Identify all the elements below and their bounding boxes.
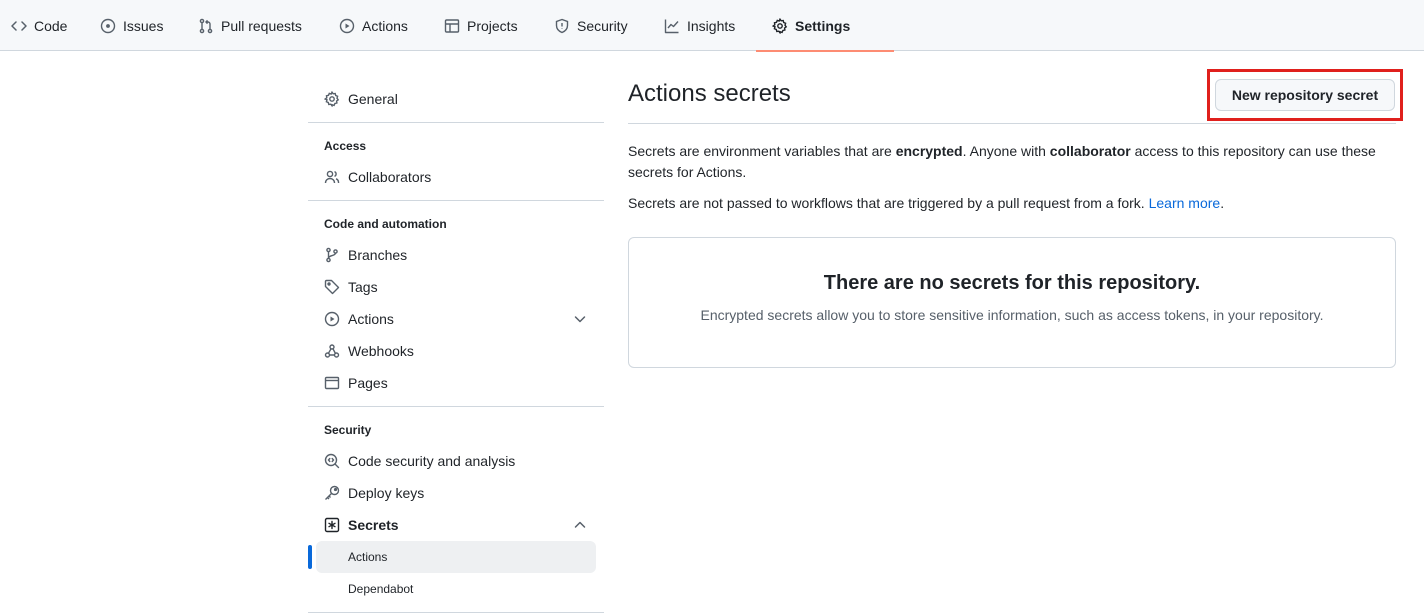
text-segment: Secrets are environment variables that a… xyxy=(628,143,896,159)
sidebar-item-code-security[interactable]: Code security and analysis xyxy=(316,445,596,477)
text-segment: Secrets are not passed to workflows that… xyxy=(628,195,1149,211)
tab-issues[interactable]: Issues xyxy=(100,0,163,51)
pull-request-icon xyxy=(198,18,214,34)
learn-more-link[interactable]: Learn more xyxy=(1149,195,1221,211)
sidebar-item-pages[interactable]: Pages xyxy=(316,367,596,399)
tab-label: Security xyxy=(577,17,628,34)
sidebar-heading-security: Security xyxy=(324,423,372,437)
sidebar-item-label: Actions xyxy=(348,311,394,327)
empty-state-description: Encrypted secrets allow you to store sen… xyxy=(700,307,1324,323)
play-icon xyxy=(339,18,355,34)
sidebar-item-webhooks[interactable]: Webhooks xyxy=(316,335,596,367)
empty-state-box: There are no secrets for this repository… xyxy=(628,237,1396,368)
tab-label: Settings xyxy=(795,17,851,34)
text-bold: encrypted xyxy=(895,143,963,159)
sidebar-item-actions[interactable]: Actions xyxy=(316,303,596,335)
sidebar-item-label: General xyxy=(348,91,398,107)
chevron-up-icon[interactable] xyxy=(572,517,588,533)
sidebar-item-collaborators[interactable]: Collaborators xyxy=(316,161,596,193)
codescan-icon xyxy=(324,453,340,469)
tab-label: Code xyxy=(34,17,68,34)
browser-icon xyxy=(324,375,340,391)
tab-label: Issues xyxy=(123,17,164,34)
tab-label: Actions xyxy=(362,17,408,34)
tab-security[interactable]: Security xyxy=(554,0,628,51)
title-divider xyxy=(628,123,1396,124)
sidebar-heading-access: Access xyxy=(324,139,367,153)
active-tab-underline xyxy=(756,50,895,52)
sidebar-subitem-label: Dependabot xyxy=(348,582,414,596)
issue-icon xyxy=(100,18,116,34)
sidebar-item-deploy-keys[interactable]: Deploy keys xyxy=(316,477,596,509)
graph-icon xyxy=(664,18,680,34)
new-repository-secret-button[interactable]: New repository secret xyxy=(1215,79,1395,111)
sidebar-item-label: Tags xyxy=(348,279,378,295)
secrets-description: Secrets are environment variables that a… xyxy=(628,141,1396,183)
webhook-icon xyxy=(324,343,340,359)
tab-label: Pull requests xyxy=(221,17,302,34)
sidebar-item-branches[interactable]: Branches xyxy=(316,239,596,271)
tab-label: Projects xyxy=(467,17,518,34)
chevron-down-icon[interactable] xyxy=(572,311,588,327)
tab-actions[interactable]: Actions xyxy=(339,0,408,51)
tag-icon xyxy=(324,279,340,295)
people-icon xyxy=(324,169,340,185)
sidebar-subitem-actions[interactable]: Actions xyxy=(316,541,596,573)
repo-nav: Code Issues Pull requests Actions Projec… xyxy=(0,0,1424,52)
sidebar-divider xyxy=(308,406,604,407)
active-indicator xyxy=(308,545,312,569)
sidebar-item-label: Branches xyxy=(348,247,408,263)
sidebar-item-label: Webhooks xyxy=(348,343,414,359)
table-icon xyxy=(444,18,460,34)
tab-projects[interactable]: Projects xyxy=(444,0,518,51)
play-icon xyxy=(324,311,340,327)
branch-icon xyxy=(324,247,340,263)
sidebar-item-label: Code security and analysis xyxy=(348,453,516,469)
text-segment: . xyxy=(1220,195,1225,211)
gear-icon xyxy=(324,91,340,107)
tab-settings[interactable]: Settings xyxy=(756,0,895,52)
fork-notice: Secrets are not passed to workflows that… xyxy=(628,193,1396,214)
text-segment: . Anyone with xyxy=(962,143,1050,159)
sidebar-divider xyxy=(308,200,604,201)
sidebar-item-label: Secrets xyxy=(348,517,399,533)
gear-icon xyxy=(772,17,788,34)
sidebar-item-tags[interactable]: Tags xyxy=(316,271,596,303)
sidebar-item-label: Collaborators xyxy=(348,169,432,185)
tab-pull-requests[interactable]: Pull requests xyxy=(198,0,302,51)
text-bold: collaborator xyxy=(1049,143,1131,159)
sidebar-item-secrets[interactable]: Secrets xyxy=(316,509,596,541)
tab-label: Insights xyxy=(687,17,736,34)
page-title: Actions secrets xyxy=(628,80,791,107)
tab-insights[interactable]: Insights xyxy=(664,0,735,51)
sidebar-subitem-dependabot[interactable]: Dependabot xyxy=(316,573,596,605)
tab-code[interactable]: Code xyxy=(11,0,67,51)
sidebar-subitem-label: Actions xyxy=(348,550,388,564)
empty-state-title: There are no secrets for this repository… xyxy=(823,272,1201,294)
shield-icon xyxy=(554,18,570,34)
sidebar-heading-code-automation: Code and automation xyxy=(324,217,447,231)
sidebar-item-label: Pages xyxy=(348,375,388,391)
sidebar-divider xyxy=(308,612,604,613)
key-icon xyxy=(324,485,340,501)
code-icon xyxy=(11,18,27,34)
sidebar-divider xyxy=(308,122,604,123)
sidebar-item-label: Deploy keys xyxy=(348,485,425,501)
asterisk-square-icon xyxy=(324,517,340,533)
sidebar-item-general[interactable]: General xyxy=(316,83,596,115)
